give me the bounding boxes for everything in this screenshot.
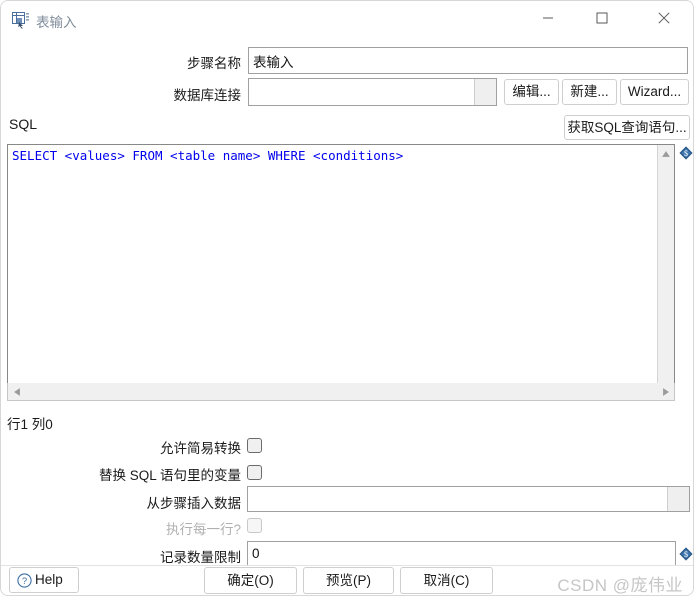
title-bar: 表输入	[1, 1, 693, 39]
sql-section-label: SQL	[9, 116, 38, 132]
execute-for-each-row-label: 执行每一行?	[165, 522, 241, 537]
window-bottom-spacer	[0, 596, 696, 607]
cancel-button[interactable]: 取消(C)	[400, 567, 493, 594]
db-connection-dropdown-button[interactable]	[474, 79, 496, 105]
close-icon	[658, 12, 670, 24]
execute-for-each-row-checkbox	[247, 518, 262, 533]
close-button[interactable]	[641, 1, 687, 35]
db-connection-label: 数据库连接	[173, 88, 242, 103]
app-root: 表输入 步骤名称 数据库连接	[0, 0, 696, 607]
variable-insert-icon[interactable]: $	[679, 146, 693, 160]
scroll-up-button[interactable]	[658, 145, 674, 162]
insert-data-from-step-dropdown-button[interactable]	[667, 487, 689, 511]
replace-variables-label: 替换 SQL 语句里的变量	[98, 468, 241, 483]
sql-editor[interactable]: SELECT <values> FROM <table name> WHERE …	[7, 144, 675, 400]
maximize-button[interactable]	[579, 1, 625, 35]
csdn-watermark: CSDN @庞伟业	[557, 576, 683, 595]
triangle-up-icon	[662, 150, 670, 157]
preview-button[interactable]: 预览(P)	[303, 567, 394, 594]
edit-connection-button[interactable]: 编辑...	[504, 79, 559, 105]
help-button[interactable]: ? Help	[9, 567, 79, 593]
limit-size-label: 记录数量限制	[160, 550, 241, 565]
table-input-dialog: 表输入 步骤名称 数据库连接	[0, 0, 694, 596]
allow-lazy-conversion-checkbox[interactable]	[247, 438, 262, 453]
help-circle-icon: ?	[17, 573, 32, 593]
limit-size-input[interactable]	[247, 541, 676, 566]
triangle-left-icon	[13, 387, 20, 396]
maximize-icon	[596, 12, 608, 24]
step-name-input[interactable]	[248, 47, 688, 74]
help-button-label: Help	[35, 572, 63, 587]
sql-editor-text: SELECT <values> FROM <table name> WHERE …	[12, 148, 404, 163]
insert-data-from-step-label: 从步骤插入数据	[146, 496, 242, 511]
minimize-icon	[543, 17, 553, 19]
db-connection-combobox[interactable]	[248, 78, 497, 106]
window-title: 表输入	[36, 15, 77, 30]
ok-button[interactable]: 确定(O)	[204, 567, 297, 594]
svg-text:$: $	[684, 550, 688, 559]
table-input-icon	[12, 12, 30, 29]
replace-variables-checkbox[interactable]	[247, 465, 262, 480]
step-name-label: 步骤名称	[187, 56, 241, 71]
new-connection-button[interactable]: 新建...	[562, 79, 617, 105]
scroll-left-button[interactable]	[8, 383, 25, 400]
insert-data-from-step-combobox[interactable]	[247, 486, 690, 512]
wizard-connection-button[interactable]: Wizard...	[620, 79, 689, 105]
triangle-right-icon	[662, 387, 669, 396]
svg-text:?: ?	[22, 576, 27, 587]
scroll-right-button[interactable]	[657, 383, 674, 400]
sql-editor-horizontal-scrollbar[interactable]	[7, 383, 675, 401]
get-sql-query-button[interactable]: 获取SQL查询语句...	[564, 115, 690, 140]
sql-editor-vertical-scrollbar[interactable]	[657, 145, 674, 399]
svg-text:$: $	[684, 149, 688, 158]
minimize-button[interactable]	[525, 1, 571, 35]
cursor-position-status: 行1 列0	[7, 417, 53, 432]
limit-size-variable-insert-icon[interactable]: $	[679, 547, 693, 561]
allow-lazy-conversion-label: 允许简易转换	[160, 441, 241, 456]
